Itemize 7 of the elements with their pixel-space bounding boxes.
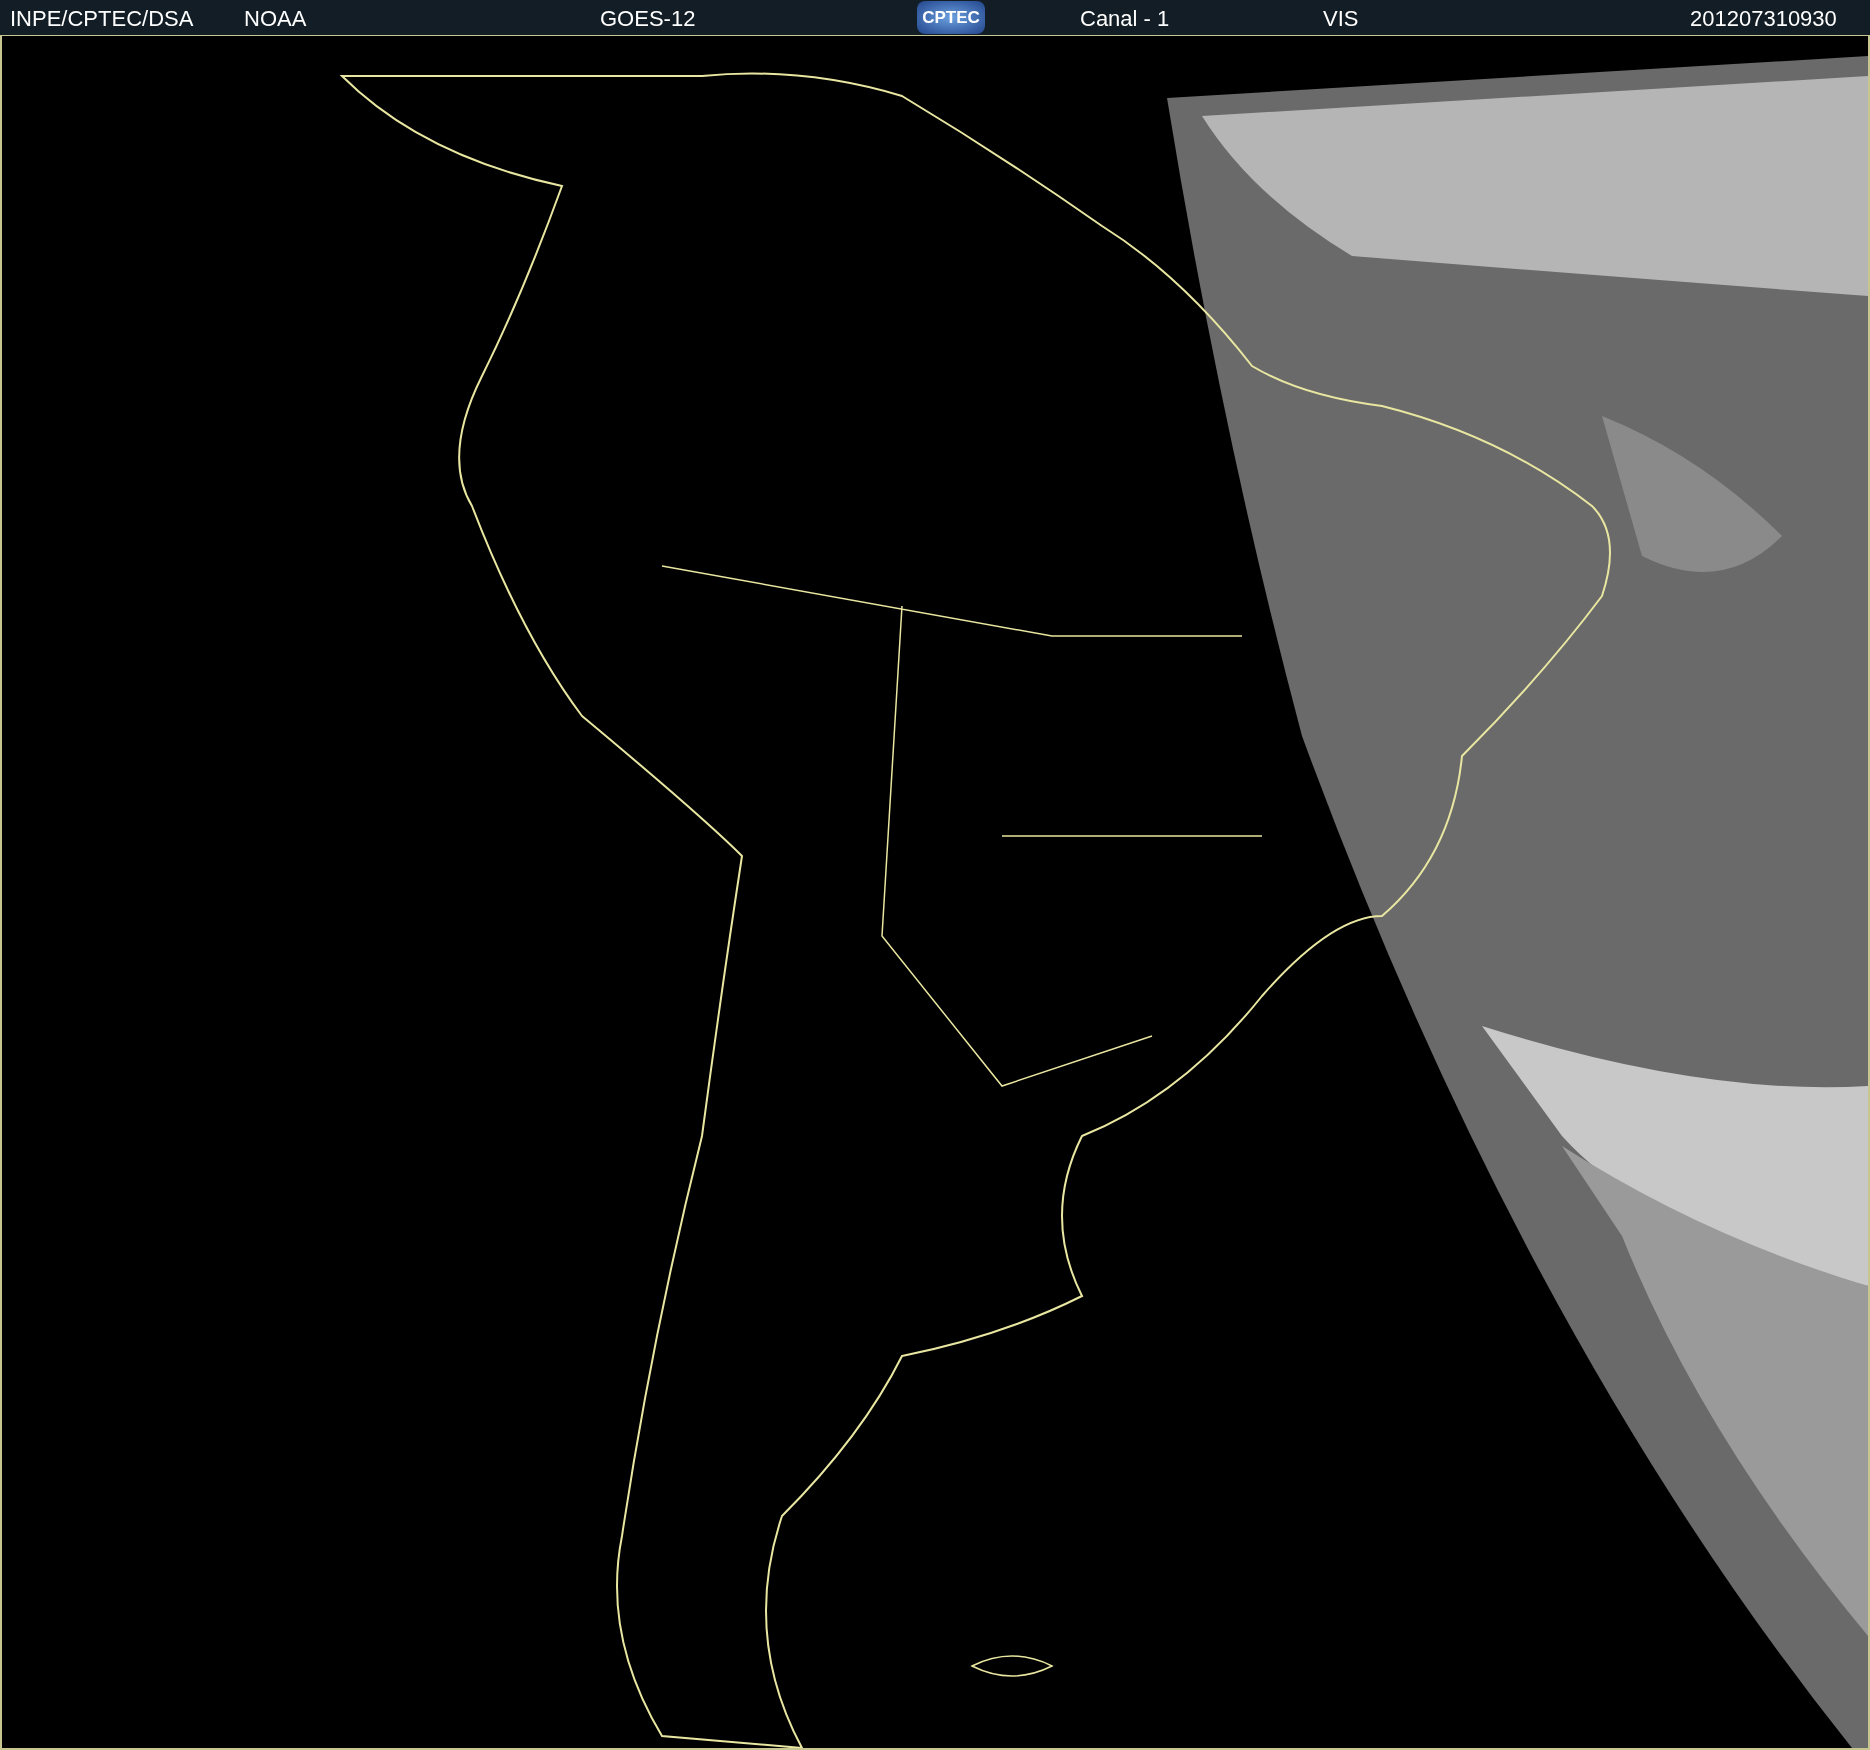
timestamp-label: 201207310930: [1690, 6, 1837, 32]
logo: CPTEC: [917, 1, 985, 34]
agency-label: NOAA: [244, 6, 307, 32]
source-label: INPE/CPTEC/DSA: [10, 6, 194, 32]
channel-label: Canal - 1: [1080, 6, 1170, 32]
satellite-label: GOES-12: [600, 6, 696, 32]
band-label: VIS: [1323, 6, 1359, 32]
